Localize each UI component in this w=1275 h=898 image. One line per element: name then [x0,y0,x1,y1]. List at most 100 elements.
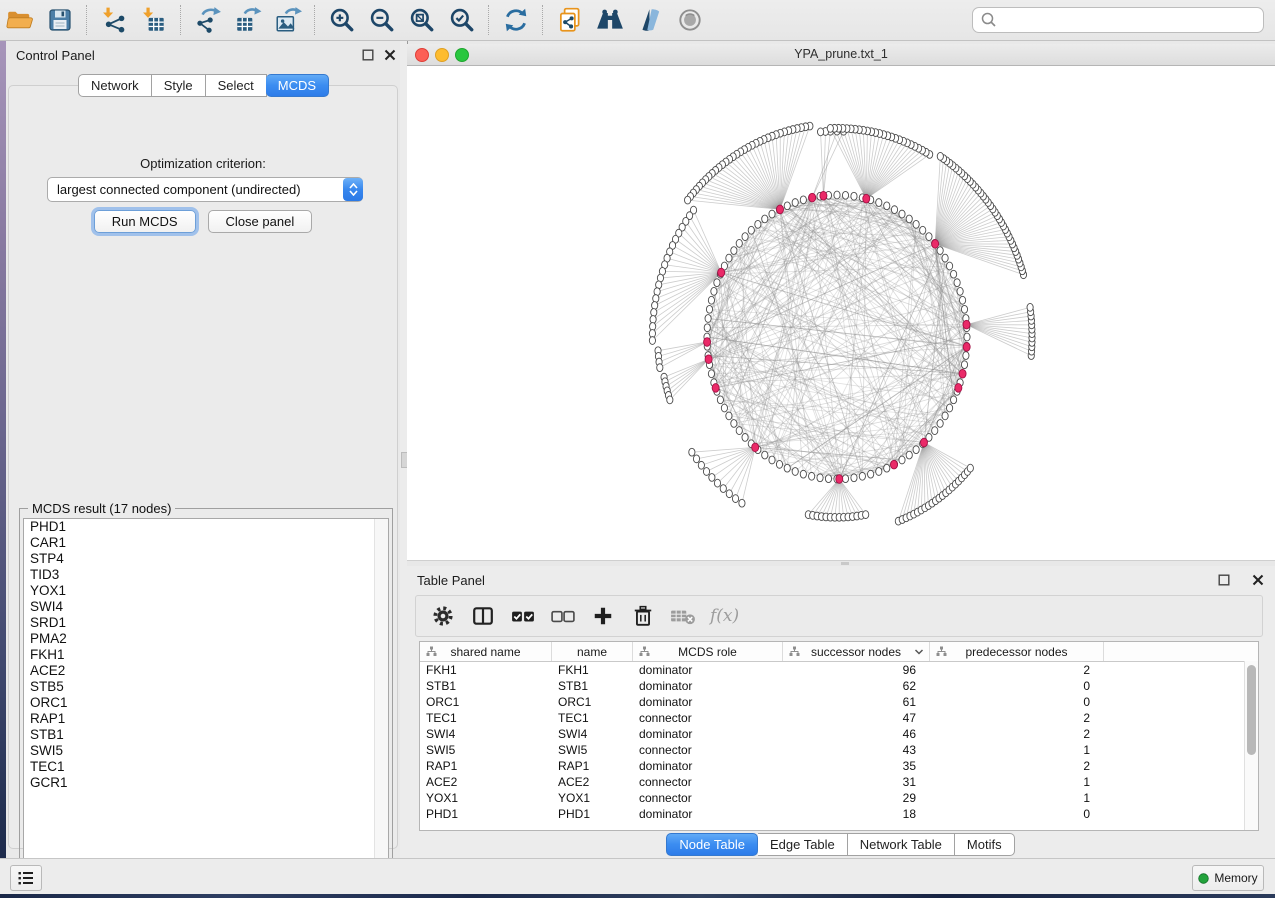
hide-graphics-button[interactable] [630,3,670,37]
search-input[interactable] [999,10,1263,30]
table-row[interactable]: SWI4SWI4dominator462 [420,726,1258,742]
result-node[interactable]: RAP1 [24,711,388,727]
table-cell[interactable]: 0 [930,807,1104,821]
table-cell[interactable]: 35 [783,759,930,773]
result-node[interactable]: YOX1 [24,583,388,599]
table-cell[interactable]: RAP1 [420,759,552,773]
zoom-out-button[interactable] [362,3,402,37]
table-cell[interactable]: 2 [930,759,1104,773]
table-cell[interactable]: 0 [930,695,1104,709]
tab-edge-table[interactable]: Edge Table [758,833,848,856]
show-column-panel-button[interactable] [470,603,496,629]
table-cell[interactable]: 2 [930,727,1104,741]
mcds-result-list[interactable]: PHD1CAR1STP4TID3YOX1SWI4SRD1PMA2FKH1ACE2… [23,518,389,879]
delete-table-button[interactable] [670,603,696,629]
tab-select[interactable]: Select [206,74,267,97]
save-session-button[interactable] [40,3,80,37]
table-cell[interactable]: dominator [633,679,783,693]
task-history-button[interactable] [10,865,42,891]
column-header[interactable]: predecessor nodes [930,642,1104,661]
tab-style[interactable]: Style [152,74,206,97]
search-box[interactable] [972,7,1264,33]
table-cell[interactable]: SWI5 [420,743,552,757]
open-session-button[interactable] [0,3,40,37]
table-cell[interactable]: 18 [783,807,930,821]
table-settings-button[interactable] [430,603,456,629]
tab-network[interactable]: Network [78,74,152,97]
zoom-selected-button[interactable] [442,3,482,37]
import-network-button[interactable] [94,3,134,37]
table-cell[interactable]: FKH1 [420,663,552,677]
table-cell[interactable]: 2 [930,663,1104,677]
run-mcds-button[interactable]: Run MCDS [94,210,196,233]
table-cell[interactable]: 43 [783,743,930,757]
column-header[interactable]: successor nodes [783,642,930,661]
result-node[interactable]: CAR1 [24,535,388,551]
table-cell[interactable]: connector [633,791,783,805]
table-row[interactable]: RAP1RAP1dominator352 [420,758,1258,774]
zoom-fit-button[interactable] [402,3,442,37]
table-cell[interactable]: 29 [783,791,930,805]
table-cell[interactable]: PHD1 [552,807,633,821]
network-graph[interactable] [407,66,1275,560]
table-row[interactable]: STB1STB1dominator620 [420,678,1258,694]
table-cell[interactable]: 61 [783,695,930,709]
table-cell[interactable]: ORC1 [420,695,552,709]
clone-network-button[interactable] [550,3,590,37]
table-cell[interactable]: 46 [783,727,930,741]
table-cell[interactable]: SWI4 [420,727,552,741]
tab-mcds[interactable]: MCDS [266,74,329,97]
table-row[interactable]: TEC1TEC1connector472 [420,710,1258,726]
table-cell[interactable]: SWI4 [552,727,633,741]
delete-column-button[interactable] [630,603,656,629]
table-cell[interactable]: 1 [930,743,1104,757]
table-cell[interactable]: YOX1 [552,791,633,805]
result-node[interactable]: SWI5 [24,743,388,759]
table-cell[interactable]: TEC1 [552,711,633,725]
table-cell[interactable]: SWI5 [552,743,633,757]
result-node[interactable]: ORC1 [24,695,388,711]
table-cell[interactable]: STB1 [552,679,633,693]
result-node[interactable]: SWI4 [24,599,388,615]
zoom-in-button[interactable] [322,3,362,37]
criterion-dropdown[interactable]: largest connected component (undirected) [47,177,363,202]
tab-motifs[interactable]: Motifs [955,833,1015,856]
table-row[interactable]: FKH1FKH1dominator962 [420,662,1258,678]
table-cell[interactable]: 0 [930,679,1104,693]
table-row[interactable]: SWI5SWI5connector431 [420,742,1258,758]
table-scrollbar[interactable] [1244,661,1258,831]
table-cell[interactable]: PHD1 [420,807,552,821]
float-window-icon[interactable] [1218,574,1230,586]
export-table-button[interactable] [228,3,268,37]
result-node[interactable]: STP4 [24,551,388,567]
table-cell[interactable]: 1 [930,775,1104,789]
table-cell[interactable]: FKH1 [552,663,633,677]
table-cell[interactable]: 2 [930,711,1104,725]
result-node[interactable]: TEC1 [24,759,388,775]
close-panel-icon[interactable] [384,49,396,61]
result-node[interactable]: PHD1 [24,519,388,535]
table-cell[interactable]: connector [633,711,783,725]
unselect-all-columns-button[interactable] [550,603,576,629]
close-panel-button[interactable]: Close panel [208,210,313,233]
table-cell[interactable]: dominator [633,663,783,677]
table-cell[interactable]: 31 [783,775,930,789]
refresh-layout-button[interactable] [496,3,536,37]
table-cell[interactable]: STB1 [420,679,552,693]
export-network-button[interactable] [188,3,228,37]
table-cell[interactable]: 1 [930,791,1104,805]
result-node[interactable]: FKH1 [24,647,388,663]
network-window-titlebar[interactable]: YPA_prune.txt_1 [407,44,1275,66]
result-node[interactable]: SRD1 [24,615,388,631]
table-cell[interactable]: ACE2 [552,775,633,789]
float-window-icon[interactable] [362,49,374,61]
result-node[interactable]: ACE2 [24,663,388,679]
table-cell[interactable]: connector [633,775,783,789]
table-row[interactable]: PHD1PHD1dominator180 [420,806,1258,822]
select-all-columns-button[interactable] [510,603,536,629]
table-cell[interactable]: YOX1 [420,791,552,805]
show-graphics-button[interactable] [670,3,710,37]
result-node[interactable]: GCR1 [24,775,388,791]
table-cell[interactable]: dominator [633,807,783,821]
result-node[interactable]: PMA2 [24,631,388,647]
